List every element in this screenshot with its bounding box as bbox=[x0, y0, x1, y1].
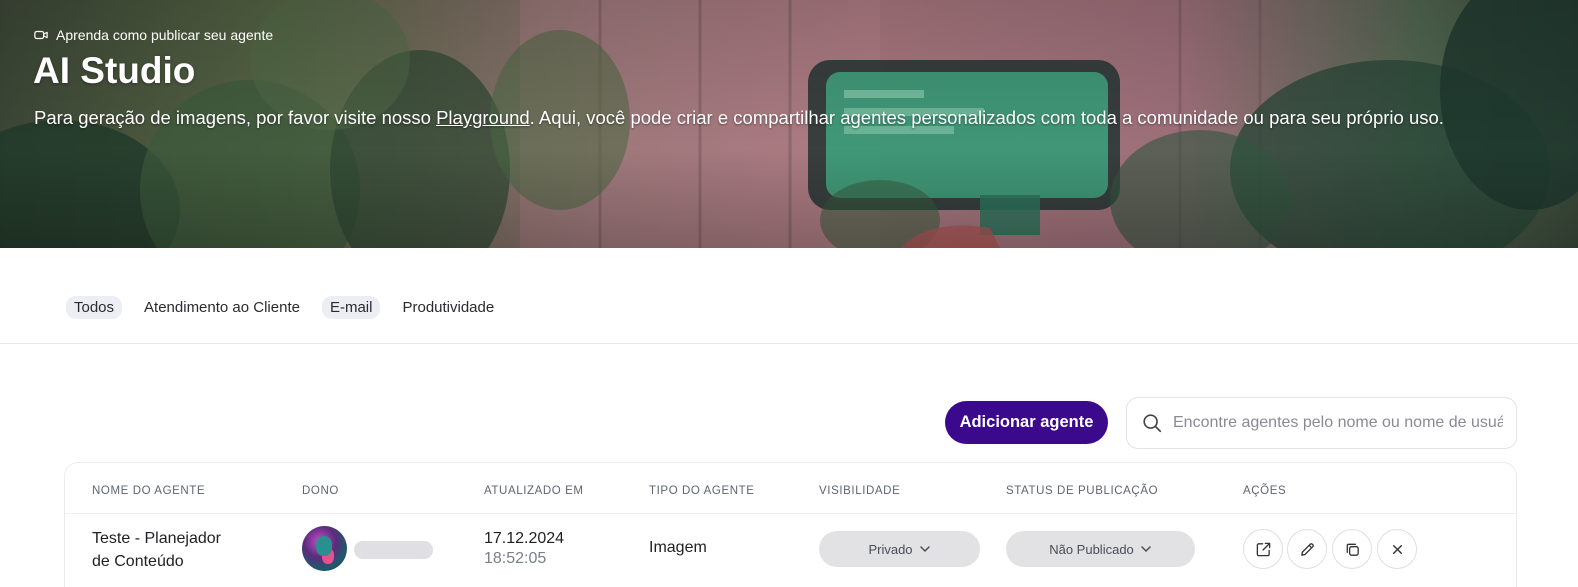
delete-agent-button[interactable] bbox=[1377, 529, 1417, 569]
add-agent-button[interactable]: Adicionar agente bbox=[945, 401, 1108, 444]
column-header-agent-name[interactable]: NOME DO AGENTE bbox=[92, 485, 205, 497]
close-icon bbox=[1392, 544, 1402, 554]
open-agent-button[interactable] bbox=[1243, 529, 1283, 569]
publish-status-value: Não Publicado bbox=[1049, 541, 1134, 557]
tab-email[interactable]: E-mail bbox=[321, 296, 381, 319]
learn-publish-link[interactable]: Aprenda como publicar seu agente bbox=[34, 27, 273, 43]
search-input[interactable] bbox=[1173, 414, 1503, 432]
duplicate-icon bbox=[1346, 543, 1359, 556]
column-header-publish-status[interactable]: STATUS DE PUBLICAÇÃO bbox=[1006, 485, 1158, 497]
section-divider bbox=[0, 343, 1578, 344]
column-header-actions: AÇÕES bbox=[1243, 485, 1287, 497]
tab-atendimento-ao-cliente[interactable]: Atendimento ao Cliente bbox=[136, 296, 308, 319]
tab-todos[interactable]: Todos bbox=[66, 296, 123, 319]
chevron-down-icon bbox=[919, 546, 930, 552]
agent-name[interactable]: Teste - Planejador de Conteúdo bbox=[92, 527, 272, 573]
tab-produtividade[interactable]: Produtividade bbox=[394, 296, 502, 319]
playground-link[interactable]: Playground bbox=[436, 107, 530, 128]
owner-name-redacted bbox=[354, 541, 433, 559]
column-header-owner[interactable]: DONO bbox=[302, 485, 339, 497]
search-icon bbox=[1143, 414, 1162, 433]
chevron-down-icon bbox=[1141, 546, 1151, 552]
visibility-value: Privado bbox=[868, 541, 913, 557]
learn-publish-label: Aprenda como publicar seu agente bbox=[56, 27, 274, 43]
column-header-visibility[interactable]: VISIBILIDADE bbox=[819, 485, 900, 497]
hero-desc-before: Para geração de imagens, por favor visit… bbox=[34, 107, 437, 128]
hero-description: Para geração de imagens, por favor visit… bbox=[34, 107, 1444, 129]
category-tabs: Todos Atendimento ao Cliente E-mail Prod… bbox=[66, 296, 502, 319]
updated-date: 17.12.2024 bbox=[484, 530, 565, 547]
updated-time: 18:52:05 bbox=[484, 550, 547, 567]
hero-banner: Aprenda como publicar seu agente AI Stud… bbox=[0, 0, 1578, 248]
publish-status-dropdown[interactable]: Não Publicado bbox=[1006, 531, 1195, 567]
column-header-updated[interactable]: ATUALIZADO EM bbox=[484, 485, 584, 497]
duplicate-agent-button[interactable] bbox=[1332, 529, 1372, 569]
edit-pencil-icon bbox=[1300, 542, 1314, 556]
edit-agent-button[interactable] bbox=[1287, 529, 1327, 569]
agent-type: Imagem bbox=[649, 539, 707, 556]
agent-name-line1: Teste - Planejador bbox=[92, 530, 221, 547]
search-box bbox=[1126, 397, 1517, 449]
agent-name-line2: de Conteúdo bbox=[92, 553, 184, 570]
table-header-separator bbox=[65, 513, 1516, 514]
open-external-icon bbox=[1256, 542, 1270, 556]
page-title: AI Studio bbox=[33, 50, 196, 91]
visibility-dropdown[interactable]: Privado bbox=[819, 531, 980, 567]
column-header-agent-type[interactable]: TIPO DO AGENTE bbox=[649, 485, 755, 497]
agents-table bbox=[64, 462, 1517, 587]
avatar bbox=[302, 526, 347, 571]
hero-desc-after: . Aqui, você pode criar e compartilhar a… bbox=[529, 107, 1444, 128]
video-camera-icon bbox=[34, 30, 48, 40]
